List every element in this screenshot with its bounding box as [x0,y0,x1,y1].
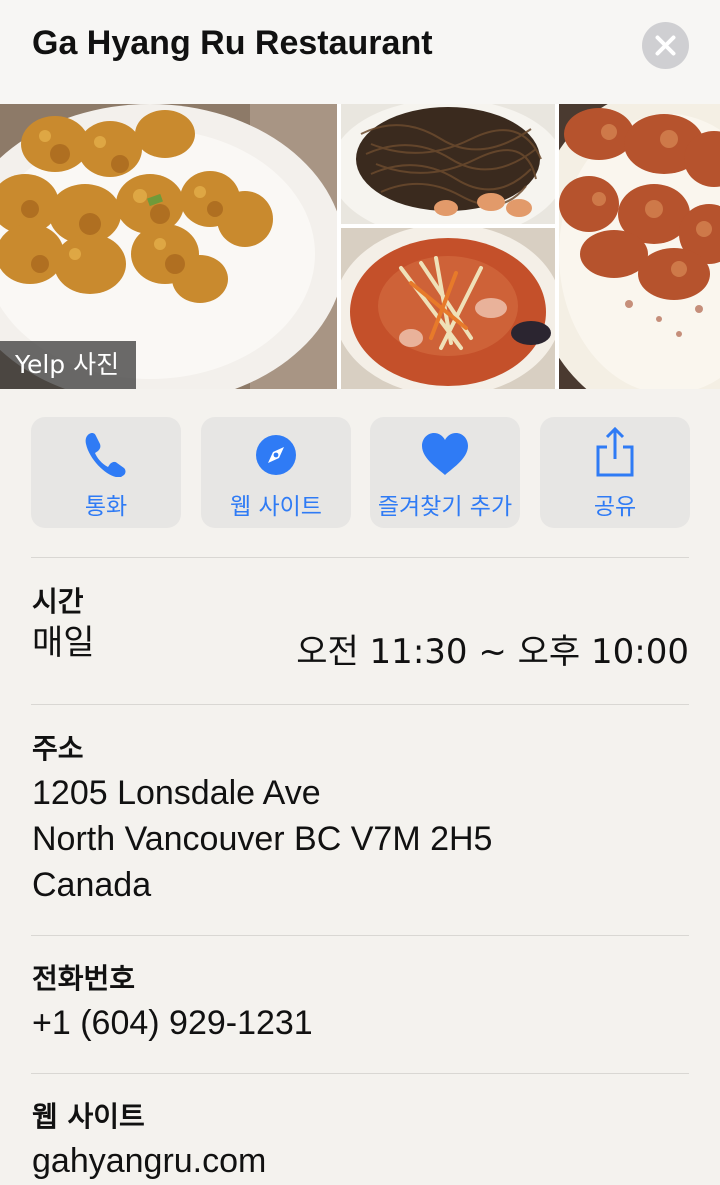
photo-black-bean-noodles[interactable] [341,104,555,224]
address-line-1: 1205 Lonsdale Ave [32,774,321,812]
phone-label: 전화번호 [32,962,136,995]
website-button[interactable]: 웹 사이트 [201,417,351,528]
address-line-3: Canada [32,866,152,904]
hours-days: 매일 [32,623,95,663]
divider [31,1073,689,1074]
yelp-photo-badge: Yelp 사진 [0,341,136,389]
photo-gallery[interactable]: Yelp 사진 [0,104,720,389]
photo-sweet-sour-pork[interactable] [559,104,720,389]
website-section-label: 웹 사이트 [32,1100,145,1133]
call-button[interactable]: 통화 [31,417,181,528]
website-link[interactable]: gahyangru.com [32,1138,266,1184]
divider [31,557,689,558]
share-button[interactable]: 공유 [540,417,690,528]
share-icon [596,427,634,477]
hours-time: 오전 11:30 ~ 오후 10:00 [296,632,689,672]
add-favorite-label: 즐겨찾기 추가 [377,494,513,520]
action-bar: 통화 웹 사이트 즐겨찾기 추가 공유 [0,417,720,529]
website-label: 웹 사이트 [230,494,322,520]
hours-label: 시간 [32,585,84,618]
add-favorite-button[interactable]: 즐겨찾기 추가 [370,417,520,528]
phone-icon [85,432,126,478]
call-label: 통화 [84,494,128,520]
compass-icon [256,435,296,475]
place-card-header: Ga Hyang Ru Restaurant [0,0,720,104]
close-button[interactable] [642,22,689,69]
close-icon [655,35,676,56]
address-line-2: North Vancouver BC V7M 2H5 [32,820,493,858]
divider [31,704,689,705]
divider [31,935,689,936]
place-title: Ga Hyang Ru Restaurant [32,24,433,62]
share-label: 공유 [593,494,637,520]
photo-fried-chicken[interactable]: Yelp 사진 [0,104,337,389]
phone-number[interactable]: +1 (604) 929-1231 [32,1000,313,1046]
heart-icon [422,433,468,475]
address-label: 주소 [32,732,84,765]
photo-spicy-noodle-soup[interactable] [341,228,555,389]
